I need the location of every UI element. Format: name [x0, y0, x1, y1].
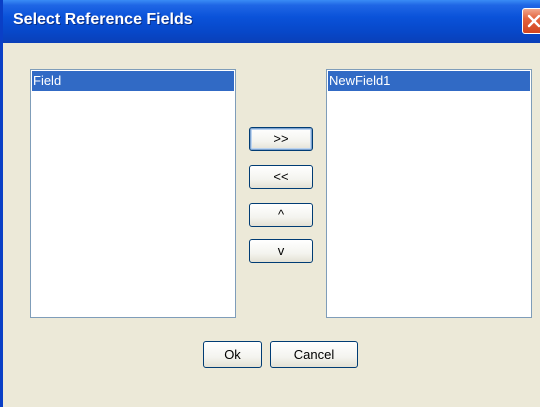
selected-fields-list[interactable]: NewField1	[326, 69, 532, 318]
remove-field-button[interactable]: <<	[249, 165, 313, 189]
ok-button[interactable]: Ok	[203, 341, 262, 368]
move-down-button[interactable]: v	[249, 239, 313, 263]
available-fields-list[interactable]: Field	[30, 69, 236, 318]
dialog-title: Select Reference Fields	[13, 11, 193, 28]
list-item-field[interactable]: Field	[32, 71, 234, 91]
close-icon	[527, 14, 540, 28]
close-button[interactable]	[522, 8, 540, 34]
move-up-button[interactable]: ^	[249, 203, 313, 227]
list-item-newfield1[interactable]: NewField1	[328, 71, 530, 91]
cancel-button[interactable]: Cancel	[270, 341, 358, 368]
add-field-button[interactable]: >>	[249, 127, 313, 151]
title-bar[interactable]: Select Reference Fields	[3, 0, 540, 43]
dialog-body: Field NewField1 >> << ^ v Ok Cancel	[3, 43, 540, 407]
